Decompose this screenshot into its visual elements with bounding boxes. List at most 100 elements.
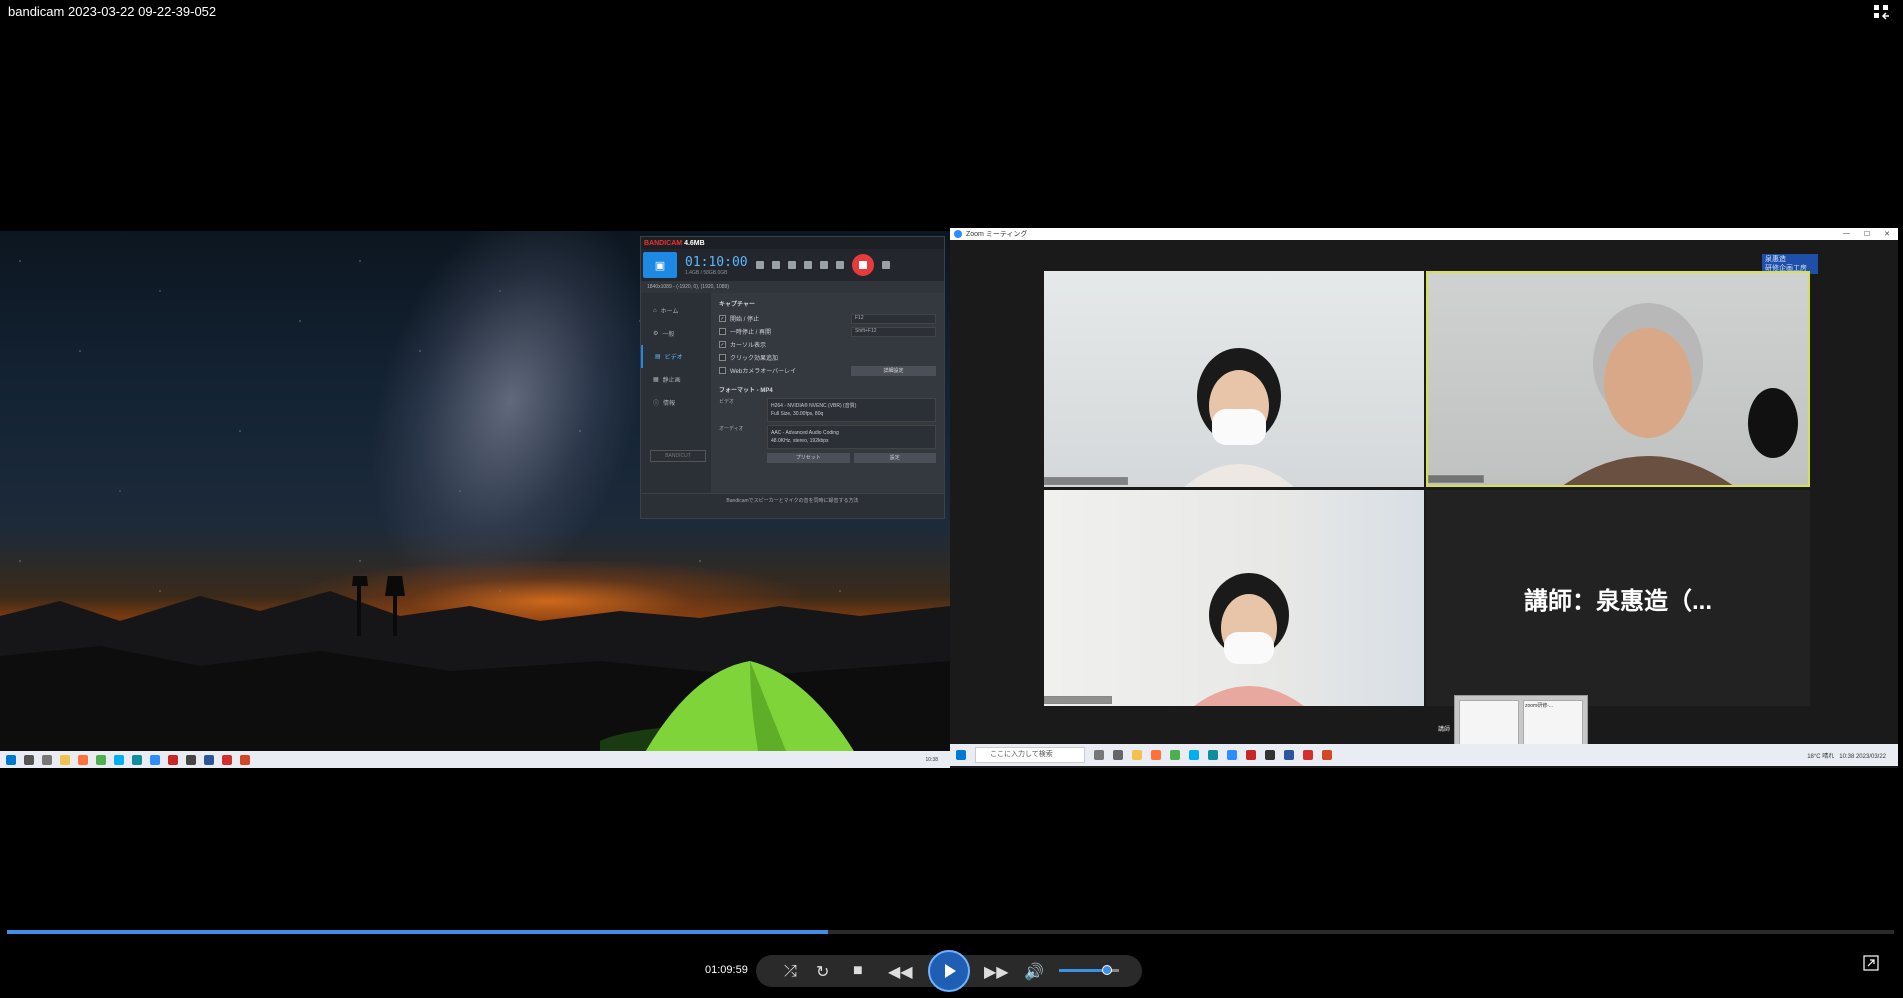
stop-icon[interactable]: ■ <box>853 962 863 980</box>
app-icon[interactable] <box>1094 750 1104 760</box>
pdf-icon[interactable] <box>222 754 232 765</box>
powerpoint-icon[interactable] <box>1322 750 1332 760</box>
recording-size: 1.4GB / 58GB.0GB <box>685 269 728 276</box>
right-monitor-desktop: Zoom ミーティング — ☐ ✕ 泉惠造 研修企画工房 講師：泉惠造（... … <box>950 228 1898 768</box>
app-icon[interactable] <box>186 754 196 765</box>
pdf-icon[interactable] <box>1303 750 1313 760</box>
taskbar-search-input[interactable]: ここに入力して検索 <box>975 747 1085 763</box>
volume-thumb[interactable] <box>1102 965 1112 975</box>
capture-option-row[interactable]: ✓ カーソル表示 <box>719 338 936 351</box>
app-icon[interactable] <box>1265 750 1275 760</box>
task-view-icon[interactable] <box>1113 750 1123 760</box>
search-icon[interactable] <box>24 754 34 765</box>
zoom-icon[interactable] <box>150 754 160 765</box>
capture-section-title: キャプチャー <box>719 302 755 308</box>
windows-start-icon[interactable] <box>6 754 16 765</box>
firefox-icon[interactable] <box>1151 750 1161 760</box>
skype-icon[interactable] <box>1189 750 1199 760</box>
capture-option-row[interactable]: 一時停止 / 再開 Shift+F12 <box>719 325 936 338</box>
weather-text: 18°C 晴れ <box>1807 753 1835 760</box>
video-tile-participant-2[interactable] <box>1044 490 1424 706</box>
seek-bar[interactable] <box>7 930 1894 934</box>
speaker-icon[interactable] <box>771 261 780 269</box>
folder-icon[interactable] <box>1132 750 1142 760</box>
bandicam-logo: BANDICAM <box>644 239 683 247</box>
screen-mode-button[interactable]: ▣ <box>643 252 677 278</box>
tray-date: 2023/03/22 <box>1855 753 1886 760</box>
capture-option-row[interactable]: Webカメラオーバーレイ 詳細設定 <box>719 364 936 377</box>
fast-forward-icon[interactable]: ▶▶ <box>984 962 1009 982</box>
repeat-icon[interactable]: ↻ <box>816 962 829 982</box>
capture-option-row[interactable]: クリック効果追加 <box>719 351 936 364</box>
sidebar-item-image[interactable]: ▦ 静止画 <box>641 368 711 391</box>
rewind-icon[interactable]: ◀◀ <box>888 962 913 982</box>
word-icon[interactable] <box>204 754 214 765</box>
capture-option-row[interactable]: ✓ 開始 / 停止 F12 <box>719 312 936 325</box>
edge-icon[interactable] <box>1208 750 1218 760</box>
chrome-icon[interactable] <box>96 754 106 765</box>
speaker-name-label: 講師：泉惠造（... <box>1523 587 1712 615</box>
pause-icon[interactable] <box>835 261 844 269</box>
system-tray: 18°C 晴れ 10:38 2023/03/22 <box>1807 751 1898 760</box>
text-icon[interactable] <box>819 261 828 269</box>
right-taskbar: ここに入力して検索 18°C 晴れ 10:38 2023/03/22 <box>950 744 1898 766</box>
maximize-icon[interactable]: ☐ <box>1864 230 1870 238</box>
settings-button[interactable]: 設定 <box>853 453 936 463</box>
current-time: 01:09:59 <box>705 964 748 976</box>
hotkey-field[interactable]: Shift+F12 <box>851 326 936 337</box>
shuffle-icon[interactable]: ⤮ <box>784 963 797 981</box>
skype-icon[interactable] <box>114 754 124 765</box>
video-frame[interactable]: BANDICAM 4.6MB ▣ 01:10:00 1.4GB / 58GB.0… <box>0 228 1903 768</box>
preview-side-label: 講師 <box>1438 727 1451 733</box>
powerpoint-icon[interactable] <box>240 754 250 765</box>
home-icon: ⌂ <box>653 307 657 314</box>
folder-icon[interactable] <box>60 754 70 765</box>
zoom-icon[interactable] <box>1227 750 1237 760</box>
hotkey-field[interactable]: F12 <box>851 313 936 324</box>
video-tile-speaker-name[interactable]: 講師：泉惠造（... <box>1426 490 1810 706</box>
sidebar-item-home[interactable]: ⌂ ホーム <box>641 299 711 322</box>
chrome-icon[interactable] <box>1170 750 1180 760</box>
record-app-icon[interactable] <box>168 754 178 765</box>
bandicut-logo[interactable]: BANDICUT <box>650 450 706 462</box>
pen-icon[interactable] <box>803 261 812 269</box>
webcam-icon[interactable] <box>755 261 764 269</box>
preset-button[interactable]: プリセット <box>767 453 850 463</box>
sidebar-item-info[interactable]: ⓘ 情報 <box>641 391 711 414</box>
sidebar-item-general[interactable]: ⚙ 一般 <box>641 322 711 345</box>
playback-controls: ⤮ ↻ ■ ◀◀ ▶▶ 🔊 <box>756 950 1142 992</box>
zoom-gallery: 泉惠造 研修企画工房 講師：泉惠造（... zoom研修-... 講師 <box>954 240 1894 765</box>
checkbox[interactable] <box>719 328 726 335</box>
bandicam-toolbar: ▣ 01:10:00 1.4GB / 58GB.0GB <box>641 249 944 281</box>
switch-to-library-icon[interactable] <box>1863 955 1879 971</box>
camera-icon[interactable] <box>881 261 890 269</box>
bandicam-region-status: 1840x1089 - (-1920, 0), (1920, 1089) <box>641 281 944 293</box>
stop-record-button[interactable] <box>851 254 874 276</box>
volume-slider[interactable] <box>1059 965 1119 975</box>
fullscreen-toggle-icon[interactable] <box>1873 4 1891 20</box>
checkbox[interactable] <box>719 354 726 361</box>
minimize-icon[interactable]: — <box>1843 230 1850 238</box>
word-icon[interactable] <box>1284 750 1294 760</box>
close-icon[interactable]: ✕ <box>1884 230 1890 238</box>
play-button[interactable] <box>928 950 970 992</box>
info-icon: ⓘ <box>653 401 660 407</box>
record-app-icon[interactable] <box>1246 750 1256 760</box>
sidebar-item-video[interactable]: ▤ ビデオ <box>641 345 711 368</box>
advanced-settings-button[interactable]: 詳細設定 <box>851 365 936 376</box>
image-icon: ▦ <box>653 377 659 383</box>
checkbox[interactable]: ✓ <box>719 341 726 348</box>
task-view-icon[interactable] <box>42 754 52 765</box>
windows-start-icon[interactable] <box>956 750 966 760</box>
video-tile-speaker[interactable] <box>1426 271 1810 487</box>
firefox-icon[interactable] <box>78 754 88 765</box>
video-tile-participant-1[interactable] <box>1044 271 1424 487</box>
checkbox[interactable] <box>719 367 726 374</box>
microphone-icon[interactable] <box>787 261 796 269</box>
bandicam-settings-panel: キャプチャー ✓ 開始 / 停止 F12 一時停止 / 再開 Shift+F12 ✓ カ… <box>711 293 944 493</box>
zoom-titlebar: Zoom ミーティング — ☐ ✕ <box>950 228 1898 240</box>
edge-icon[interactable] <box>132 754 142 765</box>
bandicam-footer-tip[interactable]: Bandicamでスピーカーとマイクの音を同時に録音する方法 <box>641 493 944 507</box>
volume-icon[interactable]: 🔊 <box>1024 962 1044 982</box>
checkbox[interactable]: ✓ <box>719 315 726 322</box>
